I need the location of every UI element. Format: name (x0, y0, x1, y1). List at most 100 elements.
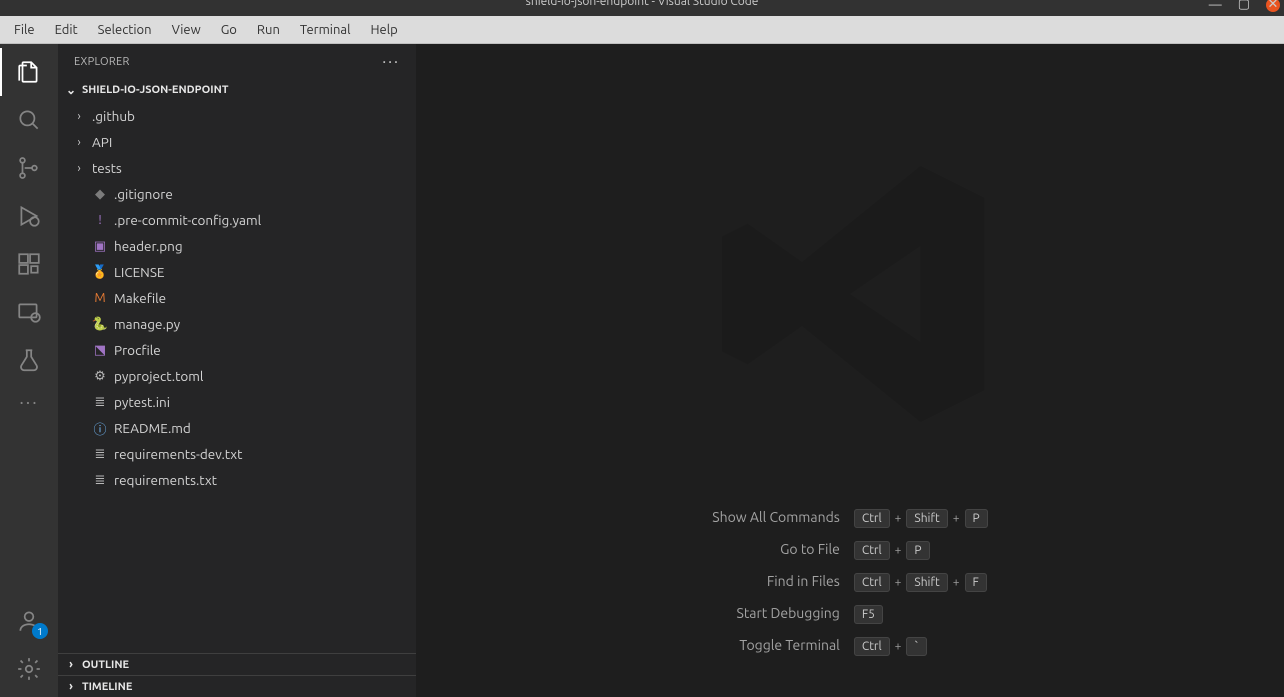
file-name: Procfile (114, 342, 161, 358)
shortcut-row: Go to FileCtrl+P (712, 533, 987, 565)
explorer-icon[interactable] (0, 48, 58, 96)
outline-header[interactable]: › OUTLINE (58, 653, 416, 675)
extensions-icon[interactable] (0, 240, 58, 288)
run-debug-icon[interactable] (0, 192, 58, 240)
accounts-icon[interactable]: 1 (0, 597, 58, 645)
file-name: LICENSE (114, 264, 164, 280)
close-icon[interactable]: ✕ (1266, 0, 1280, 12)
git-icon: ◆ (92, 186, 108, 202)
heroku-icon: ⬔ (92, 342, 108, 358)
menu-selection[interactable]: Selection (88, 19, 162, 41)
settings-gear-icon[interactable] (0, 645, 58, 693)
menu-help[interactable]: Help (360, 19, 407, 41)
folder-name: API (92, 134, 112, 150)
shortcut-label: Find in Files (712, 565, 854, 597)
search-icon[interactable] (0, 96, 58, 144)
chevron-down-icon: ⌄ (64, 83, 78, 97)
file-row[interactable]: ⓘ README.md (58, 415, 416, 441)
shortcut-keys: Ctrl+Shift+F (854, 565, 988, 597)
chevron-right-icon: › (72, 110, 86, 123)
activity-bar: ··· 1 (0, 44, 58, 697)
menu-view[interactable]: View (162, 19, 211, 41)
explorer-more-icon[interactable]: ··· (382, 53, 400, 71)
shortcut-label: Start Debugging (712, 597, 854, 629)
menu-terminal[interactable]: Terminal (290, 19, 361, 41)
shortcut-row: Start DebuggingF5 (712, 597, 987, 629)
folder-row[interactable]: › .github (58, 103, 416, 129)
window-title: shield-io-json-endpoint - Visual Studio … (526, 0, 759, 8)
chevron-right-icon: › (72, 162, 86, 175)
yaml-icon: ! (92, 212, 108, 228)
explorer-title: EXPLORER (74, 56, 130, 68)
menu-file[interactable]: File (4, 19, 45, 41)
folder-name: .github (92, 108, 135, 124)
source-control-icon[interactable] (0, 144, 58, 192)
key-badge: Shift (906, 573, 947, 592)
outline-label: OUTLINE (82, 659, 129, 671)
more-icon[interactable]: ··· (0, 384, 58, 420)
vscode-watermark-icon (690, 134, 1010, 454)
folder-name: tests (92, 160, 122, 176)
minimize-icon[interactable]: — (1209, 0, 1222, 12)
file-row[interactable]: ◆.gitignore (58, 181, 416, 207)
shortcut-label: Toggle Terminal (712, 629, 854, 661)
shortcut-keys: F5 (854, 597, 988, 629)
file-tree: › .github › API › tests ◆.gitignore!.pre-commi… (58, 101, 416, 653)
shortcut-label: Show All Commands (712, 501, 854, 533)
file-row[interactable]: ≣ requirements-dev.txt (58, 441, 416, 467)
python-icon: 🐍 (92, 316, 108, 332)
file-name: README.md (114, 420, 191, 436)
file-row[interactable]: 🏅 LICENSE (58, 259, 416, 285)
sidebar: EXPLORER ··· ⌄ SHIELD-IO-JSON-ENDPOINT ›… (58, 44, 416, 697)
menu-edit[interactable]: Edit (45, 19, 88, 41)
text-icon: ≣ (92, 446, 108, 462)
remote-icon[interactable] (0, 288, 58, 336)
file-row[interactable]: !.pre-commit-config.yaml (58, 207, 416, 233)
file-row[interactable]: ⬔ Procfile (58, 337, 416, 363)
file-name: requirements-dev.txt (114, 446, 242, 462)
file-name: header.png (114, 238, 183, 254)
file-name: pytest.ini (114, 394, 170, 410)
key-badge: F (965, 573, 987, 592)
text-icon: ≣ (92, 472, 108, 488)
folder-row[interactable]: › API (58, 129, 416, 155)
timeline-label: TIMELINE (82, 681, 132, 693)
info-icon: ⓘ (92, 420, 108, 436)
file-row[interactable]: ▣ header.png (58, 233, 416, 259)
shortcut-keys: Ctrl+P (854, 533, 988, 565)
shortcut-keys: Ctrl+` (854, 629, 988, 661)
shortcut-row: Show All CommandsCtrl+Shift+P (712, 501, 987, 533)
menu-run[interactable]: Run (247, 19, 290, 41)
key-badge: F5 (854, 605, 883, 624)
key-badge: Ctrl (854, 637, 890, 656)
maximize-icon[interactable]: ▢ (1238, 0, 1250, 12)
editor-area: Show All CommandsCtrl+Shift+PGo to FileC… (416, 44, 1284, 697)
shortcut-keys: Ctrl+Shift+P (854, 501, 988, 533)
toml-icon: ⚙ (92, 368, 108, 384)
license-icon: 🏅 (92, 264, 108, 280)
key-badge: Ctrl (854, 573, 890, 592)
key-badge: Ctrl (854, 541, 890, 560)
titlebar: shield-io-json-endpoint - Visual Studio … (0, 0, 1284, 16)
file-row[interactable]: 🐍manage.py (58, 311, 416, 337)
chevron-right-icon: › (64, 658, 78, 671)
file-row[interactable]: MMakefile (58, 285, 416, 311)
image-icon: ▣ (92, 238, 108, 254)
file-row[interactable]: ⚙pyproject.toml (58, 363, 416, 389)
key-badge: Ctrl (854, 509, 890, 528)
folder-row[interactable]: › tests (58, 155, 416, 181)
chevron-right-icon: › (72, 136, 86, 149)
key-badge: P (906, 541, 929, 560)
file-name: requirements.txt (114, 472, 217, 488)
timeline-header[interactable]: › TIMELINE (58, 675, 416, 697)
testing-icon[interactable] (0, 336, 58, 384)
chevron-right-icon: › (64, 680, 78, 693)
file-name: Makefile (114, 290, 166, 306)
file-row[interactable]: ≣ requirements.txt (58, 467, 416, 493)
key-badge: ` (906, 637, 926, 656)
accounts-badge: 1 (32, 623, 48, 639)
file-row[interactable]: ≣pytest.ini (58, 389, 416, 415)
project-header[interactable]: ⌄ SHIELD-IO-JSON-ENDPOINT (58, 79, 416, 101)
menu-go[interactable]: Go (211, 19, 247, 41)
project-name: SHIELD-IO-JSON-ENDPOINT (82, 84, 228, 96)
